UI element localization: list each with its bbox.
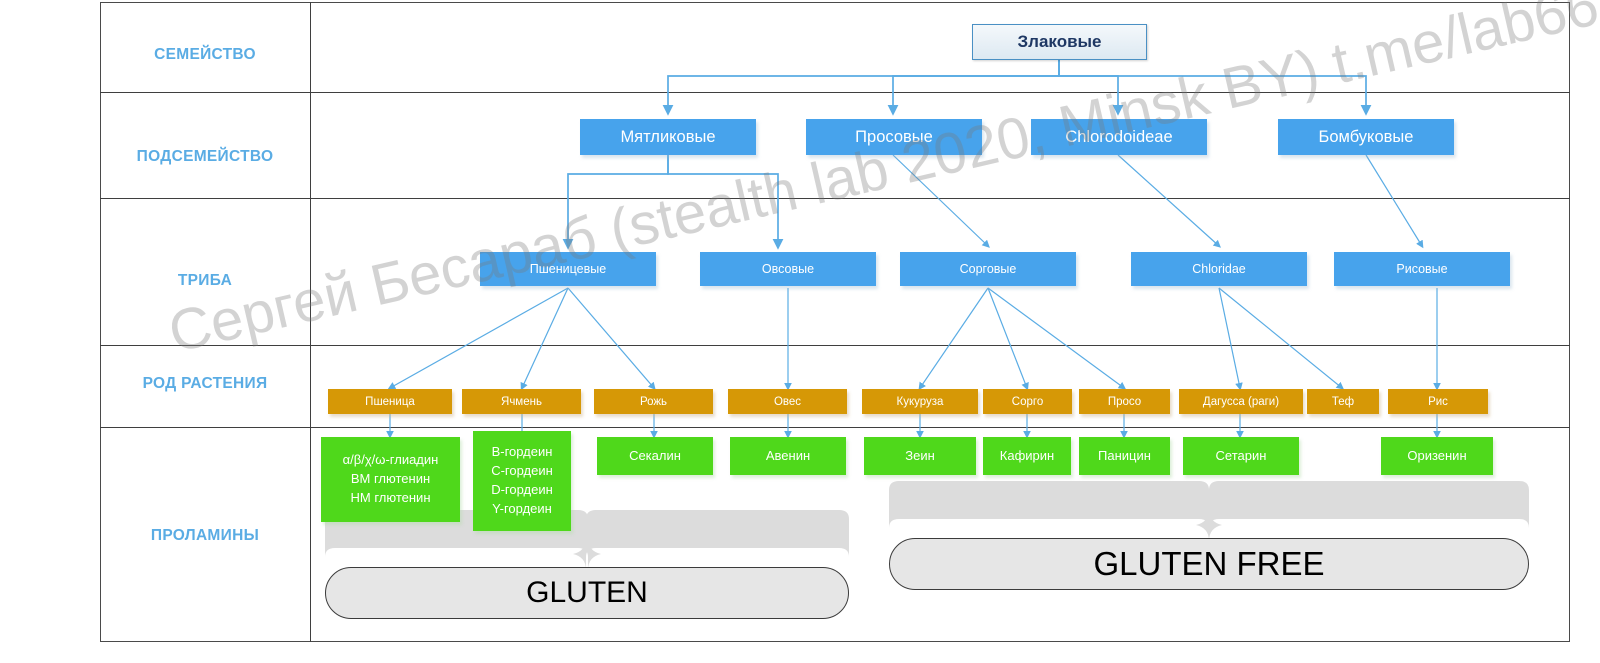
prolamin-line: ВМ глютенин: [350, 471, 431, 487]
node-prolamin-rice[interactable]: Оризенин: [1381, 437, 1493, 475]
node-genus-finger-millet[interactable]: Дагусса (раги): [1179, 389, 1303, 414]
node-prolamin-millet[interactable]: Паницин: [1079, 437, 1170, 475]
group-label: GLUTEN FREE: [1093, 545, 1325, 582]
group-label: GLUTEN: [526, 576, 648, 609]
prolamin-line: Зеин: [905, 447, 935, 463]
node-prolamin-sorghum[interactable]: Кафирин: [983, 437, 1071, 475]
node-label: Просо: [1107, 395, 1142, 408]
prolamin-line: Y-гордеин: [492, 500, 552, 516]
node-subfamily-chlorodoideae[interactable]: Chlorodoideae: [1031, 119, 1207, 155]
node-label: Пшеница: [365, 395, 415, 408]
node-prolamin-oat[interactable]: Авенин: [730, 437, 846, 475]
taxonomy-diagram: СЕМЕЙСТВО ПОДСЕМЕЙСТВО ТРИБА РОД РАСТЕНИ…: [0, 0, 1600, 663]
prolamin-line: НМ глютенин: [350, 489, 431, 505]
prolamin-line: Оризенин: [1407, 447, 1467, 463]
node-genus-rice[interactable]: Рис: [1388, 389, 1488, 414]
node-genus-maize[interactable]: Кукуруза: [862, 389, 978, 414]
prolamin-line: Паницин: [1098, 447, 1151, 463]
prolamin-line: B-гордеин: [491, 444, 553, 460]
prolamin-line: D-гордеин: [491, 482, 553, 497]
node-genus-oat[interactable]: Овес: [728, 389, 847, 414]
node-label: Теф: [1331, 395, 1355, 408]
node-prolamin-maize[interactable]: Зеин: [864, 437, 976, 475]
prolamin-line: Сетарин: [1215, 447, 1267, 463]
node-genus-teff[interactable]: Теф: [1307, 389, 1379, 414]
node-subfamily-panicoideae[interactable]: Просовые: [806, 119, 982, 155]
gluten-brace-right: [573, 510, 849, 570]
node-label: Рожь: [639, 395, 668, 408]
prolamin-line: Авенин: [765, 447, 811, 463]
node-prolamin-rye[interactable]: Секалин: [597, 437, 713, 475]
node-genus-wheat[interactable]: Пшеница: [328, 389, 452, 414]
prolamin-line: Кафирин: [999, 447, 1055, 463]
node-genus-rye[interactable]: Рожь: [594, 389, 713, 414]
node-label: Chloridae: [1192, 262, 1246, 276]
node-subfamily-pooideae[interactable]: Мятликовые: [580, 119, 756, 155]
node-subfamily-bambusoideae[interactable]: Бомбуковые: [1278, 119, 1454, 155]
group-pill-gluten-free[interactable]: GLUTEN FREE: [889, 538, 1529, 590]
node-tribe-andropogoneae[interactable]: Сорговые: [900, 252, 1076, 286]
node-label: Овес: [773, 395, 802, 408]
gluten-free-brace-right: [1196, 481, 1529, 541]
node-genus-millet[interactable]: Просо: [1079, 389, 1170, 414]
node-label: Рисовые: [1396, 262, 1448, 276]
gluten-free-brace: [889, 481, 1222, 541]
node-label: Злаковые: [1017, 32, 1102, 51]
node-label: Пшеницевые: [529, 262, 607, 276]
node-tribe-oryzeae[interactable]: Рисовые: [1334, 252, 1510, 286]
node-label: Просовые: [855, 127, 933, 146]
node-label: Chlorodoideae: [1065, 127, 1173, 146]
node-label: Сорговые: [959, 262, 1017, 276]
node-label: Мятликовые: [620, 127, 716, 146]
node-label: Дагусса (раги): [1202, 395, 1280, 408]
node-family-poaceae[interactable]: Злаковые: [972, 24, 1147, 60]
node-label: Бомбуковые: [1318, 127, 1414, 146]
node-label: Кукуруза: [896, 395, 944, 408]
node-tribe-triticeae[interactable]: Пшеницевые: [480, 252, 656, 286]
node-prolamin-finger-millet[interactable]: Сетарин: [1183, 437, 1299, 475]
node-tribe-chloridae[interactable]: Chloridae: [1131, 252, 1307, 286]
node-tribe-aveneae[interactable]: Овсовые: [700, 252, 876, 286]
node-genus-sorghum[interactable]: Сорго: [983, 389, 1072, 414]
node-label: Рис: [1428, 395, 1448, 408]
prolamin-line: α/β/χ/ω-глиадин: [342, 452, 439, 468]
node-genus-barley[interactable]: Ячмень: [462, 389, 581, 414]
prolamin-line: C-гордеин: [491, 463, 553, 479]
group-pill-gluten[interactable]: GLUTEN: [325, 567, 849, 619]
node-label: Овсовые: [761, 262, 815, 276]
node-prolamin-barley[interactable]: B-гордеин C-гордеин D-гордеин Y-гордеин: [473, 431, 571, 531]
node-prolamin-wheat[interactable]: α/β/χ/ω-глиадин ВМ глютенин НМ глютенин: [321, 437, 460, 522]
prolamin-line: Секалин: [629, 447, 681, 463]
node-label: Ячмень: [501, 395, 542, 408]
node-label: Сорго: [1011, 395, 1044, 408]
